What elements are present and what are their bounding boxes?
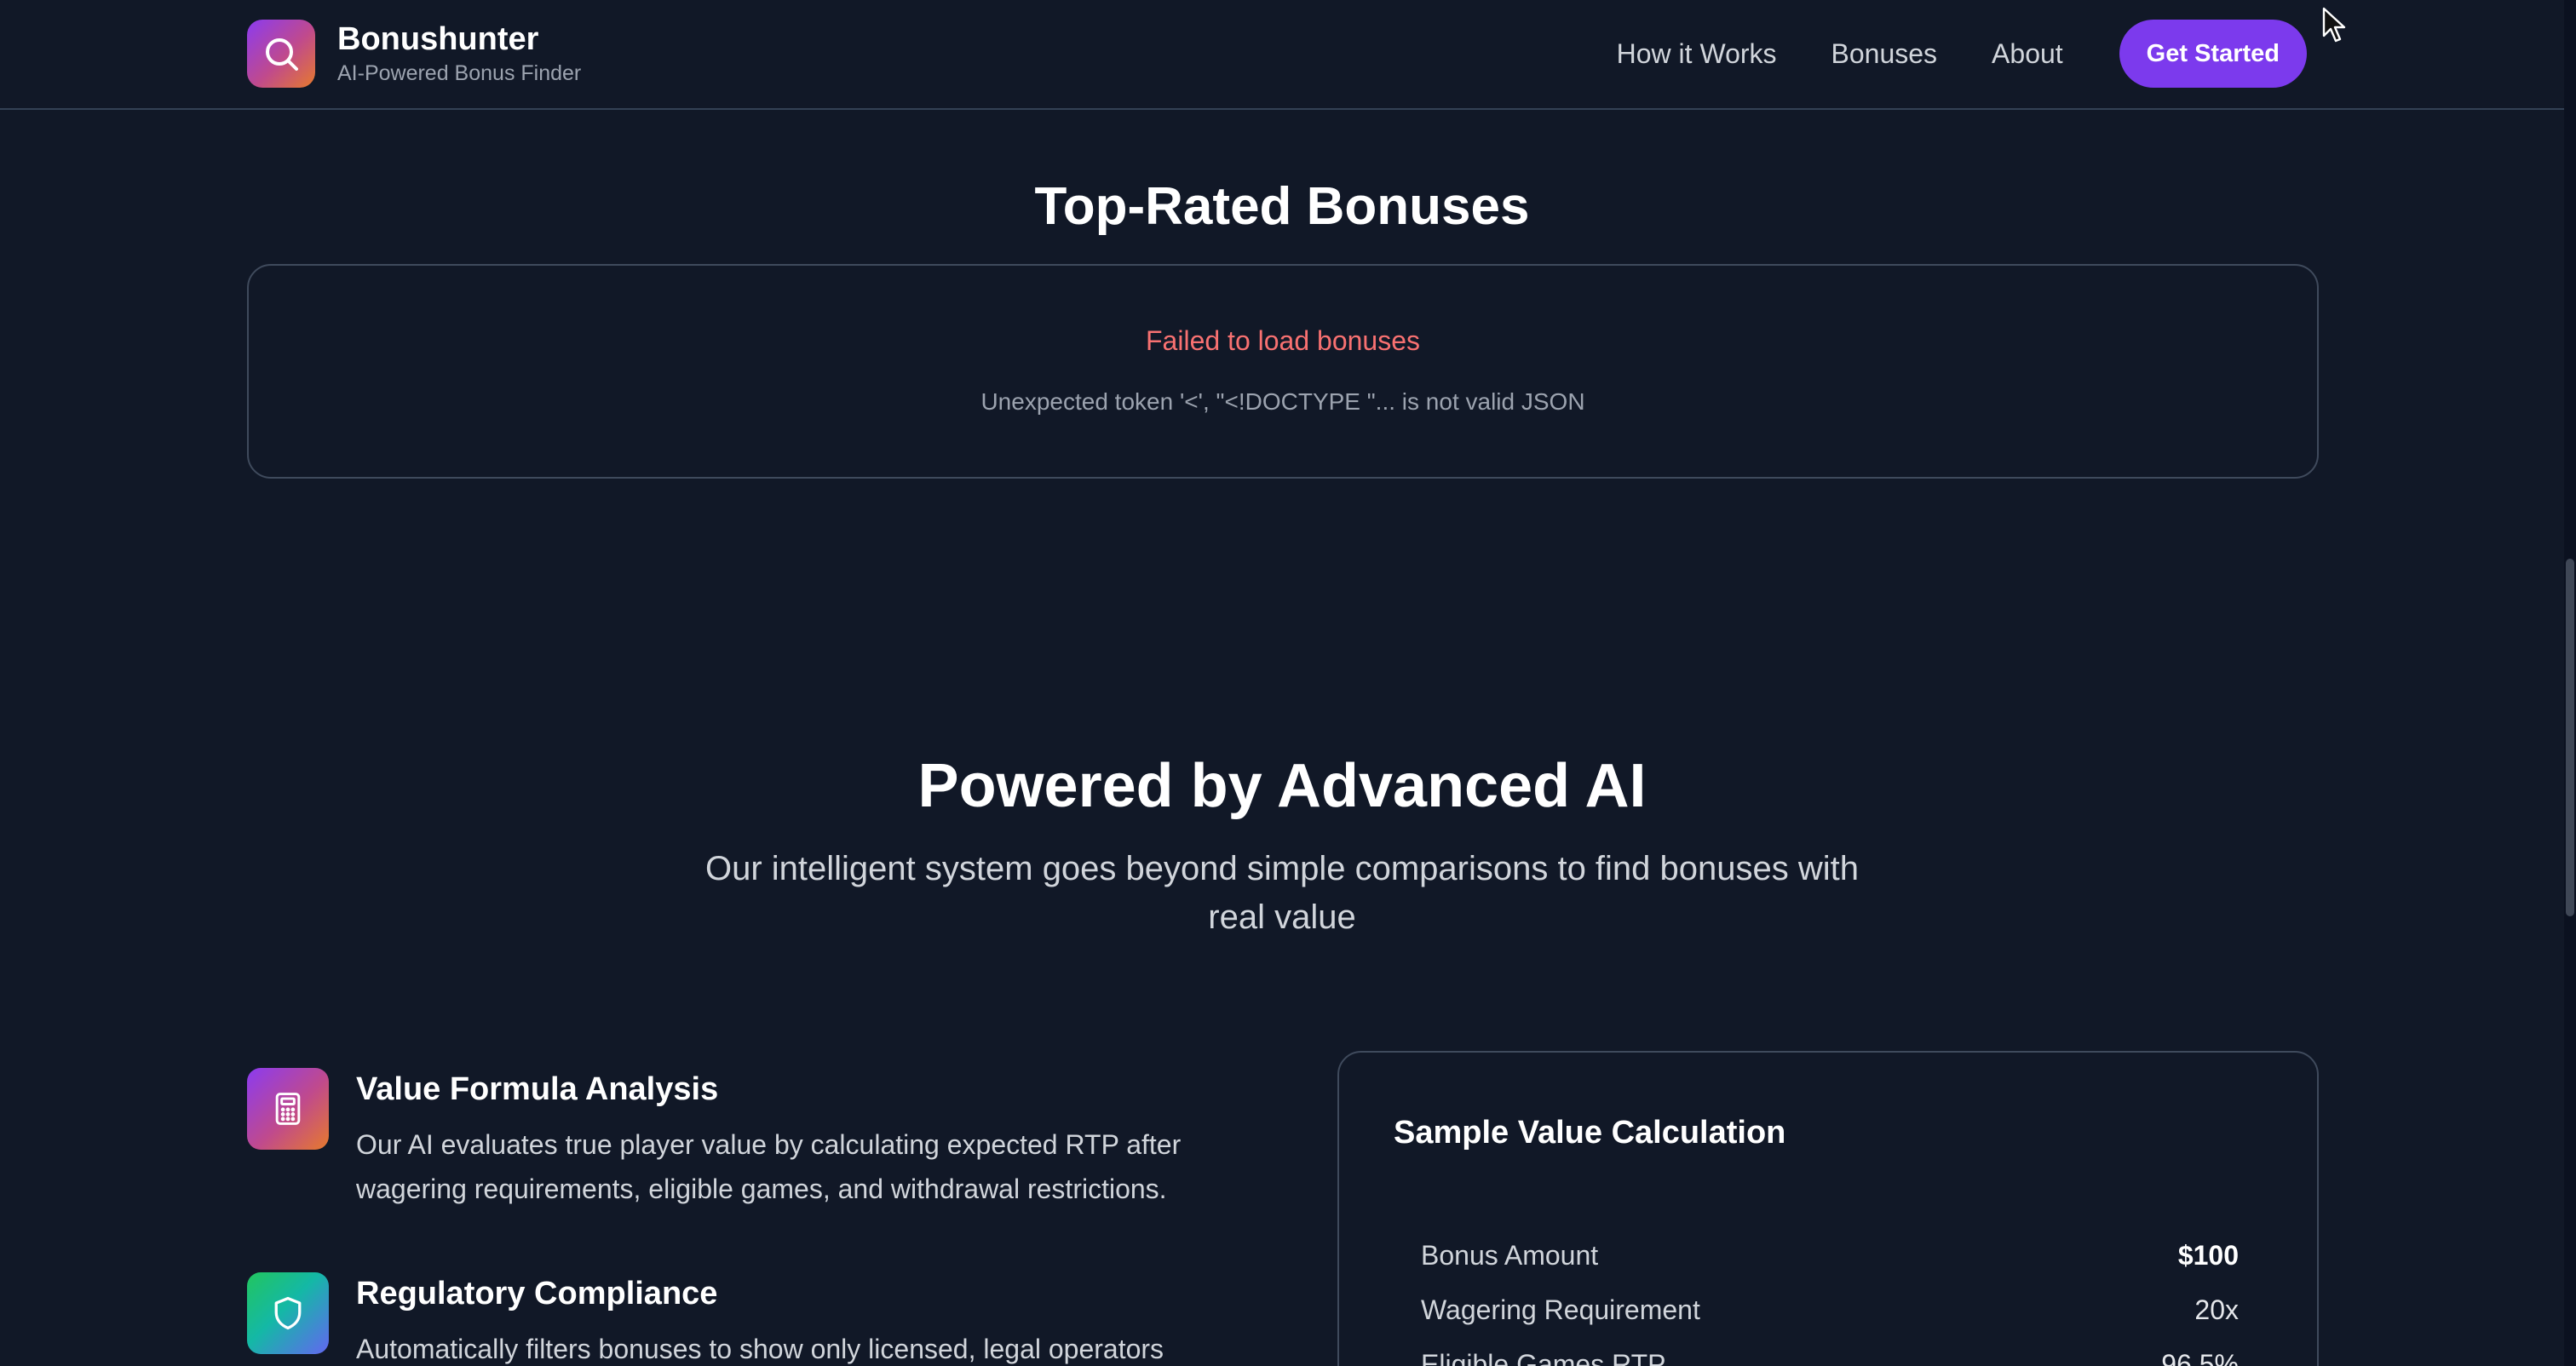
logo-search-icon	[247, 20, 315, 88]
nav-about[interactable]: About	[1992, 20, 2063, 88]
error-title: Failed to load bonuses	[1146, 325, 1420, 356]
feature-body: Regulatory Compliance Automatically filt…	[356, 1272, 1293, 1366]
brand-name: Bonushunter	[337, 21, 539, 57]
feature-description: Our AI evaluates true player value by ca…	[356, 1129, 1182, 1204]
ai-section-subtitle: Our intelligent system goes beyond simpl…	[704, 850, 1860, 936]
calculation-label: Bonus Amount	[1421, 1239, 1599, 1271]
top-rated-title: Top-Rated Bonuses	[1034, 177, 1530, 236]
calculation-label: Wagering Requirement	[1421, 1294, 1700, 1325]
ai-section-title: Powered by Advanced AI	[917, 752, 1647, 820]
calculation-value: $100	[2177, 1239, 2239, 1271]
main-nav: How it Works Bonuses About Get Started	[1617, 20, 2307, 88]
mouse-pointer-icon	[2322, 7, 2346, 43]
feature-regulatory-compliance: Regulatory Compliance Automatically filt…	[247, 1272, 1293, 1366]
feature-description: Automatically filters bonuses to show on…	[356, 1334, 1164, 1364]
calculation-label: Eligible Games RTP	[1421, 1348, 1666, 1366]
nav-how-it-works[interactable]: How it Works	[1617, 20, 1777, 88]
error-message: Unexpected token '<', "<!DOCTYPE "... is…	[980, 388, 1585, 415]
nav-bonuses[interactable]: Bonuses	[1831, 20, 1938, 88]
feature-title: Value Formula Analysis	[356, 1071, 719, 1107]
feature-value-formula: Value Formula Analysis Our AI evaluates …	[247, 1068, 1293, 1211]
calculation-value: 96.5%	[2161, 1348, 2239, 1366]
sample-calculation-card: Sample Value Calculation Bonus Amount $1…	[1337, 1051, 2319, 1366]
calculation-row: Bonus Amount $100	[1421, 1228, 2239, 1283]
calculation-title: Sample Value Calculation	[1394, 1115, 1786, 1151]
get-started-button[interactable]: Get Started	[2119, 20, 2307, 88]
site-header: Bonushunter AI-Powered Bonus Finder How …	[0, 0, 2564, 110]
feature-body: Value Formula Analysis Our AI evaluates …	[356, 1068, 1293, 1211]
calculation-row: Wagering Requirement 20x	[1421, 1283, 2239, 1337]
page: Bonushunter AI-Powered Bonus Finder How …	[0, 0, 2576, 1366]
brand-text: Bonushunter AI-Powered Bonus Finder	[337, 20, 581, 87]
calculation-value: 20x	[2194, 1294, 2239, 1325]
feature-title: Regulatory Compliance	[356, 1276, 718, 1311]
calculator-icon	[247, 1068, 329, 1150]
calculation-rows: Bonus Amount $100 Wagering Requirement 2…	[1421, 1228, 2239, 1366]
brand-tagline: AI-Powered Bonus Finder	[337, 61, 582, 85]
shield-icon	[247, 1272, 329, 1354]
bonuses-error-card: Failed to load bonuses Unexpected token …	[247, 264, 2319, 479]
calculation-row: Eligible Games RTP 96.5%	[1421, 1337, 2239, 1366]
scrollbar-thumb[interactable]	[2566, 559, 2574, 916]
brand[interactable]: Bonushunter AI-Powered Bonus Finder	[247, 20, 581, 88]
